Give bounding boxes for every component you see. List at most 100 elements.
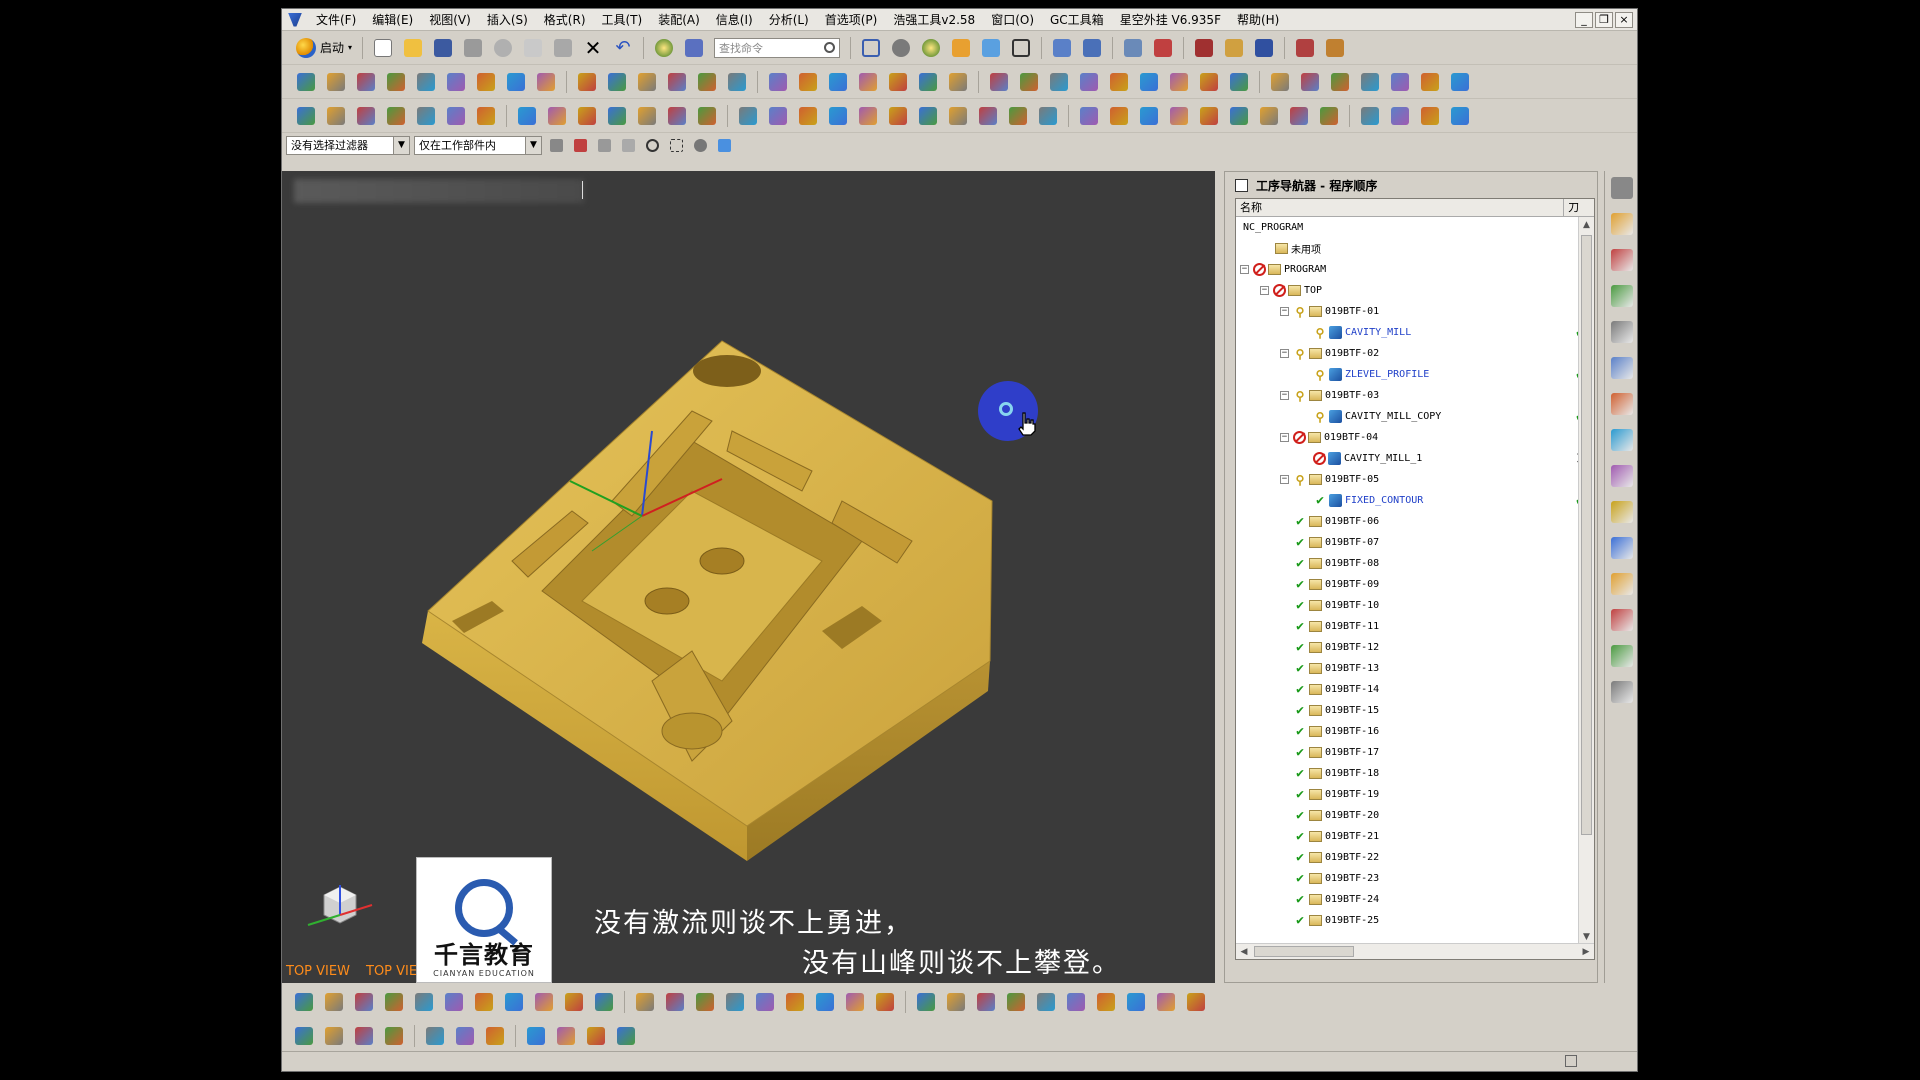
view-mode-icon[interactable] — [690, 136, 710, 154]
select-chain-icon[interactable] — [594, 136, 614, 154]
resource-tab-7-icon[interactable] — [1610, 429, 1633, 451]
menu-item-4[interactable]: 格式(R) — [536, 9, 594, 31]
cam-tool-19-icon[interactable] — [884, 69, 912, 95]
navigator-row[interactable]: CAVITY_MILL_1✕ — [1236, 448, 1589, 469]
bottom1-tool-4-icon[interactable] — [410, 989, 438, 1015]
menu-item-5[interactable]: 工具(T) — [594, 9, 651, 31]
collapse-toggle-icon[interactable]: − — [1280, 433, 1289, 442]
bottom1-tool-14-icon[interactable] — [721, 989, 749, 1015]
cam-tool-24-icon[interactable] — [1045, 69, 1073, 95]
cam-tool-6-icon[interactable] — [472, 69, 500, 95]
collapse-toggle-icon[interactable]: − — [1260, 286, 1269, 295]
box-select-icon[interactable] — [666, 136, 686, 154]
edit-object-icon[interactable] — [1149, 35, 1177, 61]
ruler-icon[interactable] — [1321, 35, 1349, 61]
cam-tool-11-icon[interactable] — [633, 69, 661, 95]
menu-item-14[interactable]: 帮助(H) — [1229, 9, 1287, 31]
op-tool-20-icon[interactable] — [914, 103, 942, 129]
navigator-row[interactable]: − ⚲ 019BTF-01 — [1236, 301, 1580, 322]
navigator-row[interactable]: ✔ 019BTF-06 — [1236, 511, 1580, 532]
menu-item-3[interactable]: 插入(S) — [479, 9, 536, 31]
bottom1-tool-19-icon[interactable] — [871, 989, 899, 1015]
cam-tool-27-icon[interactable] — [1135, 69, 1163, 95]
resource-tab-6-icon[interactable] — [1610, 393, 1633, 415]
fit-view-icon[interactable] — [857, 35, 885, 61]
op-tool-24-icon[interactable] — [1034, 103, 1062, 129]
navigator-row[interactable]: − 019BTF-04 — [1236, 427, 1580, 448]
op-tool-10-icon[interactable] — [603, 103, 631, 129]
command-search-input[interactable]: 查找命令 — [714, 37, 841, 58]
selection-scope-select[interactable]: 仅在工作部件内 ▼ — [414, 135, 542, 155]
bottom1-tool-27-icon[interactable] — [1122, 989, 1150, 1015]
cam-tool-17-icon[interactable] — [824, 69, 852, 95]
navigator-row[interactable]: ⚲CAVITY_MILL✔ — [1236, 322, 1587, 343]
navigator-row[interactable]: ✔ 019BTF-13 — [1236, 658, 1580, 679]
cam-tool-35-icon[interactable] — [1386, 69, 1414, 95]
op-tool-16-icon[interactable] — [794, 103, 822, 129]
display-mode-icon[interactable] — [1007, 35, 1035, 61]
cam-tool-7-icon[interactable] — [502, 69, 530, 95]
analysis-icon[interactable] — [1291, 35, 1319, 61]
cam-tool-28-icon[interactable] — [1165, 69, 1193, 95]
print-icon[interactable] — [459, 35, 487, 61]
bottom2-tool-6-icon[interactable] — [481, 1023, 509, 1049]
op-tool-9-icon[interactable] — [573, 103, 601, 129]
cam-tool-13-icon[interactable] — [693, 69, 721, 95]
command-finder-icon[interactable] — [680, 35, 708, 61]
navigator-row[interactable]: ✔ 019BTF-14 — [1236, 679, 1580, 700]
bottom1-tool-29-icon[interactable] — [1182, 989, 1210, 1015]
menu-item-12[interactable]: GC工具箱 — [1042, 9, 1112, 31]
navigator-row[interactable]: ⚲ZLEVEL_PROFILE✔ — [1236, 364, 1587, 385]
cam-tool-15-icon[interactable] — [764, 69, 792, 95]
op-tool-19-icon[interactable] — [884, 103, 912, 129]
bottom1-tool-7-icon[interactable] — [500, 989, 528, 1015]
navigator-row[interactable]: ✔ 019BTF-15 — [1236, 700, 1580, 721]
navigator-row[interactable]: ⚲CAVITY_MILL_COPY✔ — [1236, 406, 1587, 427]
bottom2-tool-0-icon[interactable] — [290, 1023, 318, 1049]
filter-reset-icon[interactable] — [546, 136, 566, 154]
bottom1-tool-23-icon[interactable] — [1002, 989, 1030, 1015]
delete-icon[interactable]: ✕ — [579, 35, 607, 61]
op-tool-14-icon[interactable] — [734, 103, 762, 129]
bottom1-tool-5-icon[interactable] — [440, 989, 468, 1015]
op-tool-6-icon[interactable] — [472, 103, 500, 129]
op-tool-8-icon[interactable] — [543, 103, 571, 129]
open-folder-icon[interactable] — [399, 35, 427, 61]
cam-tool-0-icon[interactable] — [292, 69, 320, 95]
bottom1-tool-8-icon[interactable] — [530, 989, 558, 1015]
cam-tool-1-icon[interactable] — [322, 69, 350, 95]
bottom1-tool-28-icon[interactable] — [1152, 989, 1180, 1015]
op-tool-35-icon[interactable] — [1386, 103, 1414, 129]
op-tool-21-icon[interactable] — [944, 103, 972, 129]
nx-app-icon[interactable] — [288, 12, 302, 27]
op-tool-36-icon[interactable] — [1416, 103, 1444, 129]
cam-tool-20-icon[interactable] — [914, 69, 942, 95]
resource-tab-13-icon[interactable] — [1610, 645, 1633, 667]
op-tool-12-icon[interactable] — [663, 103, 691, 129]
op-tool-3-icon[interactable] — [382, 103, 410, 129]
op-tool-33-icon[interactable] — [1315, 103, 1343, 129]
op-tool-28-icon[interactable] — [1165, 103, 1193, 129]
restore-button[interactable]: ❐ — [1595, 11, 1613, 28]
op-tool-4-icon[interactable] — [412, 103, 440, 129]
cam-tool-32-icon[interactable] — [1296, 69, 1324, 95]
cam-tool-31-icon[interactable] — [1266, 69, 1294, 95]
rotate-view-icon[interactable] — [887, 35, 915, 61]
bottom1-tool-25-icon[interactable] — [1062, 989, 1090, 1015]
cam-tool-22-icon[interactable] — [985, 69, 1013, 95]
bottom2-tool-3-icon[interactable] — [380, 1023, 408, 1049]
render-sphere-icon[interactable] — [650, 35, 678, 61]
navigator-vertical-scrollbar[interactable]: ▲ ▼ — [1578, 217, 1594, 945]
bottom1-tool-3-icon[interactable] — [380, 989, 408, 1015]
bottom1-tool-15-icon[interactable] — [751, 989, 779, 1015]
op-tool-29-icon[interactable] — [1195, 103, 1223, 129]
close-button[interactable]: × — [1615, 11, 1633, 28]
op-tool-17-icon[interactable] — [824, 103, 852, 129]
bottom2-tool-8-icon[interactable] — [552, 1023, 580, 1049]
bottom2-tool-9-icon[interactable] — [582, 1023, 610, 1049]
cam-tool-30-icon[interactable] — [1225, 69, 1253, 95]
op-tool-32-icon[interactable] — [1285, 103, 1313, 129]
cam-tool-5-icon[interactable] — [442, 69, 470, 95]
cam-tool-25-icon[interactable] — [1075, 69, 1103, 95]
cam-tool-3-icon[interactable] — [382, 69, 410, 95]
